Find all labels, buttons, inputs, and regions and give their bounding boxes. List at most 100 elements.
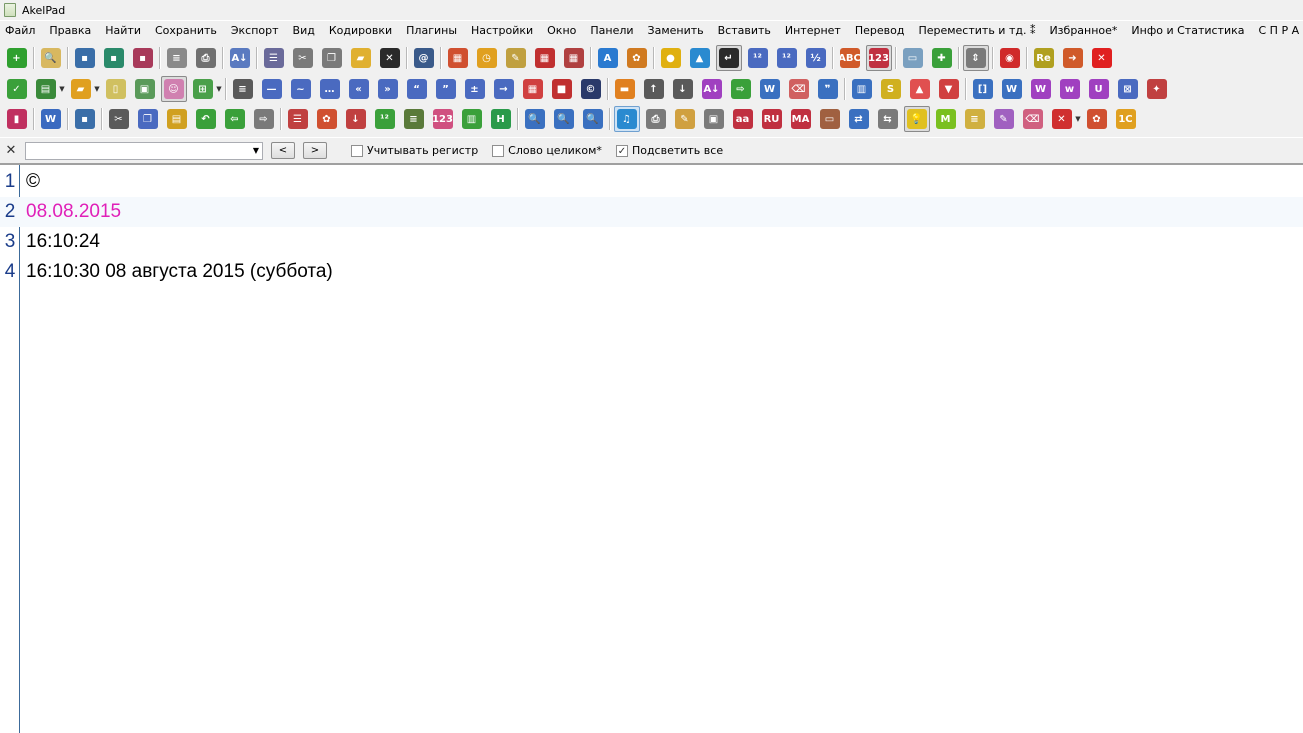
dropdown-arrow-icon[interactable]: ▼: [58, 85, 66, 93]
stop-red-button[interactable]: ■: [549, 76, 575, 102]
color-chart-button[interactable]: ▥: [459, 106, 485, 132]
menu-move[interactable]: Переместить и тд. ⁑: [911, 21, 1042, 41]
word-replace-button[interactable]: W: [999, 76, 1025, 102]
arrow-right-button[interactable]: →: [491, 76, 517, 102]
recent-files-button[interactable]: ▤: [33, 76, 59, 102]
editor-line-2[interactable]: 2 08.08.2015: [0, 197, 1303, 227]
numbering-inline-button[interactable]: ¹²: [774, 45, 800, 71]
save-all-button[interactable]: ▪: [130, 45, 156, 71]
line-text[interactable]: 16:10:24: [20, 231, 100, 253]
exit-button[interactable]: ➜: [1060, 45, 1086, 71]
find-close-icon[interactable]: ✕: [3, 143, 19, 158]
close-box-button[interactable]: ⊠: [1115, 76, 1141, 102]
sort-19-button[interactable]: ↓: [343, 106, 369, 132]
menu-help[interactable]: С П Р А В К А: [1252, 21, 1303, 41]
image-button[interactable]: ▣: [701, 106, 727, 132]
numbering-button[interactable]: ¹²: [745, 45, 771, 71]
menu-panels[interactable]: Панели: [583, 21, 640, 41]
minus-button[interactable]: —: [259, 76, 285, 102]
font-button[interactable]: A: [595, 45, 621, 71]
calendar-date-button[interactable]: ▦: [532, 45, 558, 71]
list-button[interactable]: ☰: [261, 45, 287, 71]
highlight-all-box[interactable]: ✓: [615, 144, 628, 157]
pin-button[interactable]: ✦: [1144, 76, 1170, 102]
whole-word-checkbox[interactable]: Слово целиком*: [492, 144, 602, 157]
ru-en-button[interactable]: RU: [759, 106, 785, 132]
menu-edit[interactable]: Правка: [42, 21, 98, 41]
m-green-button[interactable]: M: [933, 106, 959, 132]
marker-button[interactable]: ✎: [991, 106, 1017, 132]
open-folder-button[interactable]: ▰: [348, 45, 374, 71]
text-editor[interactable]: 1 © 2 08.08.2015 3 16:10:24 4 16:10:30 0…: [0, 165, 1303, 733]
eraser-pink-button[interactable]: ⌫: [1020, 106, 1046, 132]
clock-button[interactable]: ◷: [474, 45, 500, 71]
dropdown-arrow-icon[interactable]: ▼: [215, 85, 223, 93]
quote-left-button[interactable]: «: [346, 76, 372, 102]
print-button[interactable]: ⎙: [193, 45, 219, 71]
line-text[interactable]: 16:10:30 08 августа 2015 (суббота): [20, 261, 333, 283]
pen-button[interactable]: ✎: [672, 106, 698, 132]
tilde-button[interactable]: ~: [288, 76, 314, 102]
move-down-button[interactable]: ↓: [670, 76, 696, 102]
menu-export[interactable]: Экспорт: [224, 21, 286, 41]
match-case-box[interactable]: [351, 144, 363, 157]
menu-info-stats[interactable]: Инфо и Статистика: [1124, 21, 1251, 41]
document-button[interactable]: ≡: [164, 45, 190, 71]
list-lines-button[interactable]: ☰: [285, 106, 311, 132]
printer-button[interactable]: ⎙: [643, 106, 669, 132]
heading-button[interactable]: H: [488, 106, 514, 132]
s-box-button[interactable]: S: [878, 76, 904, 102]
down-red-button[interactable]: ▼: [936, 76, 962, 102]
check-green-button[interactable]: ✓: [4, 76, 30, 102]
plus-minus-button[interactable]: ±: [462, 76, 488, 102]
word-check-button[interactable]: W: [757, 76, 783, 102]
match-case-checkbox[interactable]: Учитывать регистр: [351, 144, 478, 157]
menu-plugins[interactable]: Плагины: [399, 21, 464, 41]
sort-button[interactable]: A↓: [227, 45, 253, 71]
find-prev-button[interactable]: <: [271, 142, 295, 159]
palette-button[interactable]: ✿: [624, 45, 650, 71]
book-button[interactable]: ▥: [849, 76, 875, 102]
menu-view[interactable]: Вид: [286, 21, 322, 41]
numbers-123-button[interactable]: 123: [865, 45, 892, 71]
ellipsis-button[interactable]: …: [317, 76, 343, 102]
menu-settings[interactable]: Настройки: [464, 21, 540, 41]
chevron-down-icon[interactable]: ▼: [253, 146, 259, 155]
find-input[interactable]: ▼: [25, 141, 263, 160]
bookmarks-button[interactable]: ▮: [4, 106, 30, 132]
line-text[interactable]: ©: [20, 171, 40, 193]
sort-123-button[interactable]: ¹²: [372, 106, 398, 132]
line-text[interactable]: 08.08.2015: [20, 201, 121, 223]
music-button[interactable]: ♫: [613, 106, 640, 132]
notes-button[interactable]: ✎: [503, 45, 529, 71]
cut-button[interactable]: ✂: [290, 45, 316, 71]
menu-file[interactable]: Файл: [0, 21, 42, 41]
grid-check-button[interactable]: ⊞: [190, 76, 216, 102]
flowers-color-button[interactable]: ✿: [1084, 106, 1110, 132]
lower-case-button[interactable]: aa: [730, 106, 756, 132]
new-tab-button[interactable]: +: [4, 45, 30, 71]
menu-window[interactable]: Окно: [540, 21, 583, 41]
new-file-button[interactable]: ▯: [103, 76, 129, 102]
bracket-button[interactable]: []: [970, 76, 996, 102]
plugin-button[interactable]: ✚: [929, 45, 955, 71]
find-next-button[interactable]: >: [303, 142, 327, 159]
dropdown-arrow-icon[interactable]: ▼: [1074, 115, 1082, 123]
keyhole-button[interactable]: ●: [658, 45, 684, 71]
undo-button[interactable]: ↶: [193, 106, 219, 132]
find-regex-button[interactable]: 🔍: [580, 106, 606, 132]
swap-button[interactable]: ⇄: [846, 106, 872, 132]
notepad-button[interactable]: ≡: [962, 106, 988, 132]
case-toggle-button[interactable]: MA: [788, 106, 814, 132]
highlight-all-checkbox[interactable]: ✓ Подсветить все: [615, 144, 723, 157]
word-doc-button[interactable]: W: [38, 106, 64, 132]
menu-save[interactable]: Сохранить: [148, 21, 224, 41]
paste-button[interactable]: ▤: [164, 106, 190, 132]
avatar-button[interactable]: ☺: [160, 76, 187, 102]
dropdown-arrow-icon[interactable]: ▼: [93, 85, 101, 93]
find-replace-button[interactable]: 🔍: [551, 106, 577, 132]
copyright-button[interactable]: ©: [578, 76, 604, 102]
save-button[interactable]: ▪: [72, 45, 98, 71]
close-doc-button[interactable]: ✕: [377, 45, 403, 71]
word-lower-button[interactable]: w: [1057, 76, 1083, 102]
